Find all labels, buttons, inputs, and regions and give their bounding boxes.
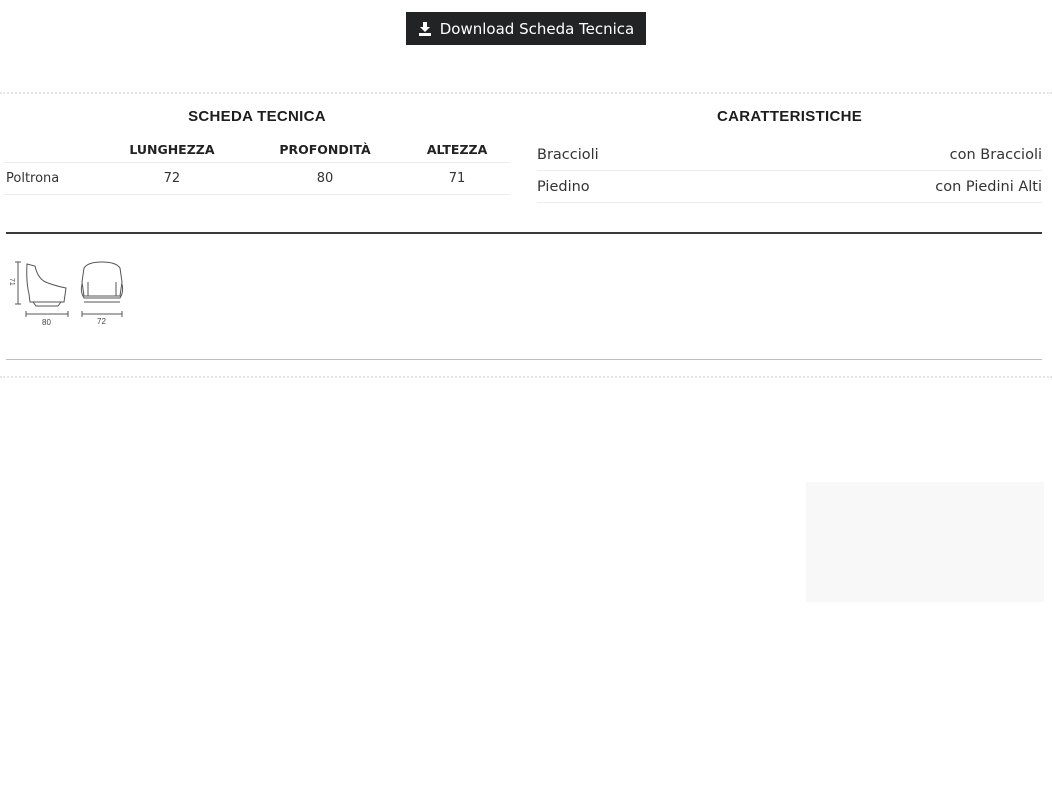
drawings-divider-top <box>6 232 1042 234</box>
section-divider-top <box>0 92 1052 94</box>
cell-lunghezza: 72 <box>98 162 246 195</box>
download-label: Download Scheda Tecnica <box>439 19 635 38</box>
table-row: Poltrona 72 80 71 <box>4 162 510 195</box>
download-area: Download Scheda Tecnica <box>0 12 1052 45</box>
scheda-tecnica-section: SCHEDA TECNICA LUNGHEZZA PROFONDITÀ ALTE… <box>4 106 510 195</box>
header-empty <box>4 136 98 163</box>
front-width-label: 72 <box>97 317 106 326</box>
row-label: Poltrona <box>4 162 98 195</box>
header-lunghezza: LUNGHEZZA <box>129 141 215 157</box>
cell-altezza: 71 <box>404 162 510 195</box>
cell-profondita: 80 <box>245 162 405 195</box>
caratteristiche-section: CARATTERISTICHE Braccioli con Braccioli … <box>537 106 1042 203</box>
drawings-divider-bottom <box>6 359 1042 360</box>
download-scheda-button[interactable]: Download Scheda Tecnica <box>405 12 647 45</box>
dimensions-table: LUNGHEZZA PROFONDITÀ ALTEZZA Poltrona 72… <box>4 136 510 195</box>
armchair-front-view-icon <box>80 261 124 317</box>
download-icon <box>418 21 431 36</box>
caratteristiche-title: CARATTERISTICHE <box>716 108 863 125</box>
caratteristiche-list: Braccioli con Braccioli Piedino con Pied… <box>537 139 1042 203</box>
armchair-dimension-drawings: 71 80 72 <box>8 261 124 327</box>
list-item: Braccioli con Braccioli <box>537 139 1042 171</box>
scheda-tecnica-title: SCHEDA TECNICA <box>188 108 326 125</box>
feature-value: con Piedini Alti <box>935 178 1042 195</box>
feature-label: Braccioli <box>537 146 599 163</box>
armchair-side-view-icon <box>15 261 69 317</box>
dimensions-header-row: LUNGHEZZA PROFONDITÀ ALTEZZA <box>4 136 510 163</box>
header-altezza: ALTEZZA <box>426 141 488 157</box>
list-item: Piedino con Piedini Alti <box>537 171 1042 203</box>
feature-value: con Braccioli <box>949 146 1042 163</box>
side-height-label: 71 <box>8 278 15 286</box>
side-depth-label: 80 <box>42 318 51 327</box>
feature-label: Piedino <box>537 178 590 195</box>
section-divider-bottom <box>0 376 1052 378</box>
header-profondita: PROFONDITÀ <box>279 141 371 157</box>
faded-image-placeholder <box>806 482 1044 602</box>
